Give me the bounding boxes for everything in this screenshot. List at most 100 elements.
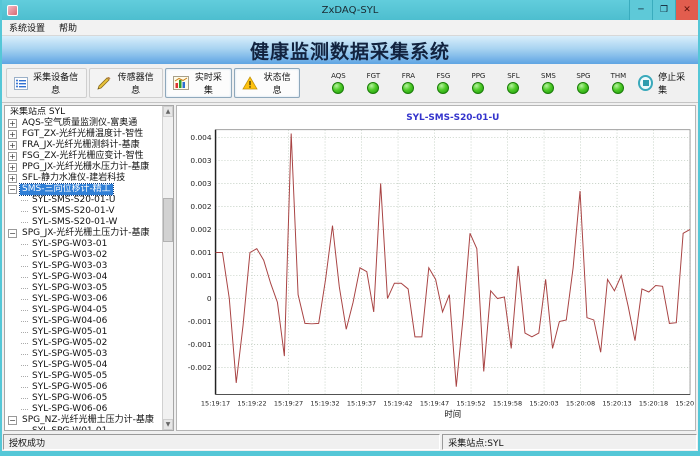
svg-text:-0.002: -0.002 xyxy=(188,363,212,372)
tree-connector xyxy=(21,398,28,399)
tree-item[interactable]: SYL-SPG-W05-02 xyxy=(5,338,162,349)
collapse-icon[interactable]: − xyxy=(8,416,17,425)
tree-item-label: SYL-SPG-W04-05 xyxy=(30,305,109,316)
tree-connector xyxy=(21,321,28,322)
svg-text:15:20:18: 15:20:18 xyxy=(639,399,668,407)
tree-item[interactable]: SYL-SPG-W05-03 xyxy=(5,349,162,360)
tree-connector xyxy=(21,365,28,366)
device-info-button[interactable]: 采集设备信息 xyxy=(6,68,87,98)
svg-text:0.002: 0.002 xyxy=(190,225,211,234)
scroll-up-icon[interactable]: ▲ xyxy=(163,106,173,117)
tree-item[interactable]: SYL-SPG-W03-05 xyxy=(5,283,162,294)
tree-item-label: SYL-SPG-W03-06 xyxy=(30,294,109,305)
tree-item[interactable]: SYL-SPG-W03-04 xyxy=(5,272,162,283)
tree-connector xyxy=(21,277,28,278)
tree-item[interactable]: SYL-SPG-W05-04 xyxy=(5,360,162,371)
tree-item-label: SYL-SPG-W04-06 xyxy=(30,316,109,327)
tree-item[interactable]: SYL-SPG-W06-06 xyxy=(5,404,162,415)
tree-item-selected[interactable]: −SMS-三向位移计-精工 xyxy=(5,184,162,195)
tree-connector xyxy=(21,354,28,355)
indicator-label: FRA xyxy=(402,72,415,81)
maximize-button[interactable]: ❐ xyxy=(652,0,675,20)
status-info-button[interactable]: 状态信息 xyxy=(234,68,301,98)
tree-item-label: SYL-SPG-W05-01 xyxy=(30,327,109,338)
warning-icon xyxy=(242,76,258,90)
tree-connector xyxy=(21,332,28,333)
tree-item[interactable]: SYL-SPG-W06-05 xyxy=(5,393,162,404)
tree-item[interactable]: +AQS-空气质量监测仪-富奥通 xyxy=(5,118,162,129)
tree-connector xyxy=(21,288,28,289)
tree-item[interactable]: 采集站点 SYL xyxy=(5,107,162,118)
bar-chart-icon xyxy=(173,76,189,90)
tree-item-label: SYL-SPG-W06-05 xyxy=(30,393,109,404)
indicator-fgt: FGT xyxy=(361,72,385,94)
menu-item-system-settings[interactable]: 系统设置 xyxy=(2,21,52,34)
tree-item[interactable]: +FGT_ZX-光纤光栅温度计-智性 xyxy=(5,129,162,140)
tree-item[interactable]: −SPG_NZ-光纤光栅土压力计-基康 xyxy=(5,415,162,426)
tree-item[interactable]: SYL-SPG-W04-06 xyxy=(5,316,162,327)
expand-icon[interactable]: + xyxy=(8,163,17,172)
indicator-label: THM xyxy=(611,72,627,81)
indicator-spg: SPG xyxy=(571,72,595,94)
tree-item[interactable]: +FSG_ZX-光纤光栅应变计-智性 xyxy=(5,151,162,162)
menu-item-help[interactable]: 帮助 xyxy=(52,21,84,34)
svg-text:15:19:22: 15:19:22 xyxy=(237,399,266,407)
tree-item[interactable]: SYL-SMS-S20-01-W xyxy=(5,217,162,228)
scrollbar-thumb[interactable] xyxy=(163,198,173,242)
expand-icon[interactable]: + xyxy=(8,130,17,139)
minimize-button[interactable]: ─ xyxy=(629,0,652,20)
sensor-info-button[interactable]: 传感器信息 xyxy=(89,68,163,98)
stop-collect-button[interactable]: 停止采集 xyxy=(638,70,694,96)
button-label: 状态信息 xyxy=(262,70,293,96)
tree-item[interactable]: SYL-SPG-W05-01 xyxy=(5,327,162,338)
green-status-light-icon xyxy=(577,82,589,94)
tree-item[interactable]: +FRA_JX-光纤光栅测斜计-基康 xyxy=(5,140,162,151)
expand-icon[interactable]: + xyxy=(8,141,17,150)
tree-item[interactable]: SYL-SPG-W03-03 xyxy=(5,261,162,272)
tree-item[interactable]: SYL-SPG-W03-06 xyxy=(5,294,162,305)
status-indicators: AQSFGTFRAFSGPPGSFLSMSSPGTHM xyxy=(318,70,638,96)
tree-item[interactable]: +PPG_JX-光纤光栅水压力计-基康 xyxy=(5,162,162,173)
expand-icon[interactable]: + xyxy=(8,119,17,128)
collapse-icon[interactable]: − xyxy=(8,185,17,194)
tree-connector xyxy=(21,376,28,377)
sensor-pen-icon xyxy=(97,77,112,90)
tree-scrollbar[interactable]: ▲ ▼ xyxy=(162,106,173,430)
tree-item-label: SPG_NZ-光纤光栅土压力计-基康 xyxy=(20,415,156,426)
indicator-sms: SMS xyxy=(536,72,560,94)
tree-item[interactable]: SYL-SPG-W03-02 xyxy=(5,250,162,261)
tree-item[interactable]: SYL-SPG-W01-01 xyxy=(5,426,162,430)
svg-text:0: 0 xyxy=(207,294,212,303)
expand-icon[interactable]: + xyxy=(8,174,17,183)
tree-item[interactable]: SYL-SPG-W04-05 xyxy=(5,305,162,316)
svg-text:0.003: 0.003 xyxy=(190,179,211,188)
tree-item[interactable]: SYL-SPG-W05-05 xyxy=(5,371,162,382)
tree-item-label: SYL-SPG-W06-06 xyxy=(30,404,109,415)
indicator-label: AQS xyxy=(331,72,346,81)
tree-connector xyxy=(21,299,28,300)
tree-item-label: SYL-SPG-W05-03 xyxy=(30,349,109,360)
expand-icon[interactable]: + xyxy=(8,152,17,161)
realtime-collect-button[interactable]: 实时采集 xyxy=(165,68,232,98)
svg-text:时间: 时间 xyxy=(444,409,461,419)
tree-item-label: SYL-SMS-S20-01-U xyxy=(30,195,117,206)
tree-item[interactable]: SYL-SPG-W05-06 xyxy=(5,382,162,393)
tree-item-label: SYL-SPG-W03-01 xyxy=(30,239,109,250)
collapse-icon[interactable]: − xyxy=(8,229,17,238)
app-window: ZxDAQ-SYL ─ ❐ ✕ 系统设置 帮助 健康监测数据采集系统 采集设备信… xyxy=(0,0,700,456)
indicator-label: SMS xyxy=(541,72,556,81)
tree-item-label: SYL-SPG-W05-05 xyxy=(30,371,109,382)
tree-item[interactable]: SYL-SMS-S20-01-V xyxy=(5,206,162,217)
app-banner: 健康监测数据采集系统 xyxy=(2,36,698,64)
scroll-down-icon[interactable]: ▼ xyxy=(163,419,173,430)
green-status-light-icon xyxy=(402,82,414,94)
close-button[interactable]: ✕ xyxy=(675,0,698,20)
tree-item[interactable]: +SFL-静力水准仪-建岩科技 xyxy=(5,173,162,184)
indicator-ppg: PPG xyxy=(466,72,490,94)
banner-title: 健康监测数据采集系统 xyxy=(250,37,450,64)
sensor-tree-panel: 采集站点 SYL+AQS-空气质量监测仪-富奥通+FGT_ZX-光纤光栅温度计-… xyxy=(4,105,174,431)
tree-item-label: FSG_ZX-光纤光栅应变计-智性 xyxy=(20,151,146,162)
tree-item[interactable]: −SPG_JX-光纤光栅土压力计-基康 xyxy=(5,228,162,239)
tree-item[interactable]: SYL-SPG-W03-01 xyxy=(5,239,162,250)
tree-item[interactable]: SYL-SMS-S20-01-U xyxy=(5,195,162,206)
